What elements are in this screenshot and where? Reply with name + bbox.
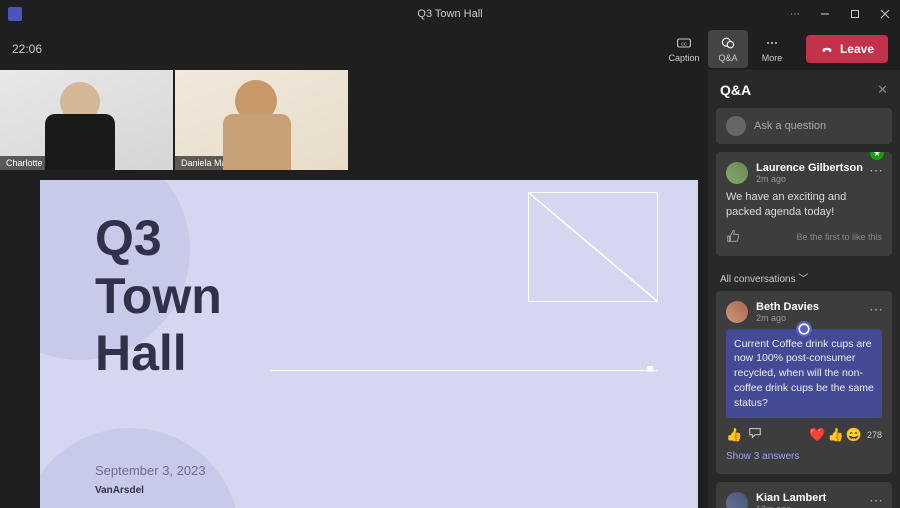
meeting-stage: Charlotte de Crum Daniela Mandara Q3 Tow… [0, 70, 708, 508]
participant-name: Daniela Mandara [175, 156, 256, 170]
question-box: Current Coffee drink cups are now 100% p… [726, 329, 882, 418]
post-author: Kian Lambert [756, 492, 826, 504]
post-author: Laurence Gilbertson [756, 162, 863, 174]
video-tile[interactable]: Charlotte de Crum [0, 70, 173, 170]
slide-date: September 3, 2023 [95, 463, 206, 478]
qa-post: ⋯ Kian Lambert 13m ago [716, 482, 892, 508]
qa-panel-title: Q&A [720, 82, 751, 98]
close-panel-button[interactable]: ✕ [877, 82, 888, 98]
question-text: Current Coffee drink cups are now 100% p… [734, 337, 874, 410]
leave-button[interactable]: Leave [806, 35, 888, 63]
question-badge-icon [796, 321, 812, 337]
call-timer: 22:06 [12, 42, 42, 56]
qa-icon [720, 35, 736, 51]
post-more-button[interactable]: ⋯ [869, 492, 884, 508]
avatar [726, 162, 748, 184]
comment-button[interactable] [748, 426, 762, 443]
caption-button[interactable]: cc Caption [664, 30, 704, 68]
avatar [726, 492, 748, 508]
qa-button[interactable]: Q&A [708, 30, 748, 68]
svg-text:cc: cc [681, 41, 687, 47]
shared-slide: Q3 Town Hall September 3, 2023 VanArsdel [40, 180, 698, 508]
laugh-reaction-icon[interactable]: 😄 [846, 427, 862, 443]
like-reaction-icon[interactable]: 👍 [828, 427, 844, 443]
participant-name: Charlotte de Crum [0, 156, 86, 170]
qa-post: ⋯ Beth Davies 2m ago Current Coffee drin… [716, 291, 892, 474]
slide-brand: VanArsdel [95, 485, 144, 496]
more-button[interactable]: More [752, 30, 792, 68]
post-more-button[interactable]: ⋯ [869, 162, 884, 179]
avatar [726, 301, 748, 323]
featured-badge-icon [870, 152, 884, 160]
post-author: Beth Davies [756, 301, 819, 313]
ask-question-input[interactable]: Ask a question [716, 108, 892, 144]
like-button[interactable] [726, 229, 740, 246]
avatar [726, 116, 746, 136]
leave-icon [820, 42, 834, 56]
post-text: We have an exciting and packed agenda to… [726, 190, 882, 221]
qa-post: ⋯ Laurence Gilbertson 2m ago We have an … [716, 152, 892, 256]
show-answers-button[interactable]: Show 3 answers [726, 443, 882, 464]
upvote-button[interactable]: 👍 [726, 427, 742, 443]
chevron-down-icon: ﹀ [798, 274, 808, 285]
close-window-button[interactable] [870, 0, 900, 28]
caption-icon: cc [676, 35, 692, 51]
post-time: 2m ago [756, 174, 863, 184]
all-conversations-toggle[interactable]: All conversations ﹀ [708, 264, 900, 291]
video-tile[interactable]: Daniela Mandara [175, 70, 348, 170]
first-like-text: Be the first to like this [796, 232, 882, 242]
maximize-button[interactable] [840, 0, 870, 28]
minimize-button[interactable] [810, 0, 840, 28]
slide-title: Q3 Town Hall [95, 210, 222, 383]
heart-reaction-icon[interactable]: ❤️ [809, 427, 825, 443]
window-title: Q3 Town Hall [417, 8, 482, 20]
teams-logo-icon [8, 7, 22, 21]
post-more-button[interactable]: ⋯ [869, 301, 884, 318]
more-window-icon[interactable]: ⋯ [780, 0, 810, 28]
more-icon [764, 35, 780, 51]
reaction-count: 278 [867, 430, 882, 440]
post-time: 13m ago [756, 504, 826, 508]
qa-panel: Q&A ✕ Ask a question ⋯ Laurence Gilberts… [708, 70, 900, 508]
